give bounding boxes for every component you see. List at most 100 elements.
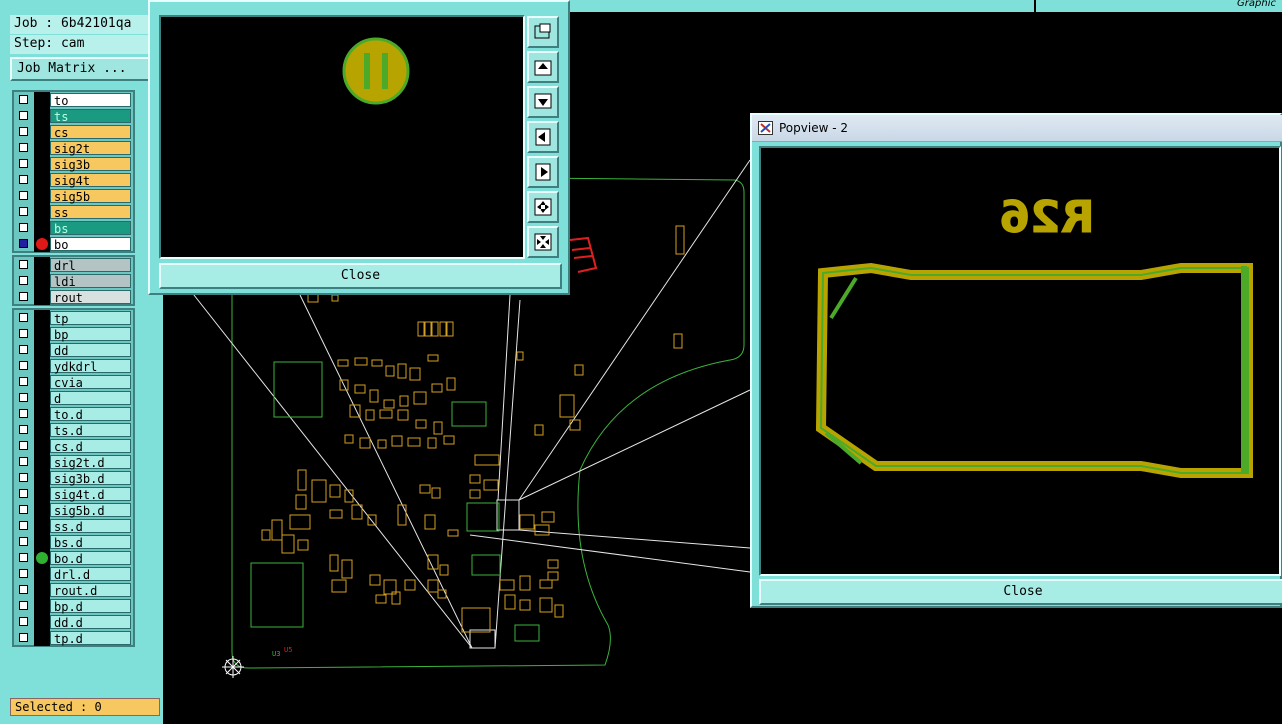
layer-row-tp[interactable]: tp bbox=[14, 310, 133, 326]
work-layer-marker[interactable] bbox=[34, 390, 50, 406]
work-layer-marker[interactable] bbox=[34, 204, 50, 220]
work-layer-marker[interactable] bbox=[34, 630, 50, 646]
work-layer-marker[interactable] bbox=[34, 236, 50, 252]
layer-name[interactable]: bp.d bbox=[50, 599, 131, 614]
layer-name[interactable]: ldi bbox=[50, 274, 131, 289]
layer-row-sig5b[interactable]: sig5b bbox=[14, 188, 133, 204]
layer-name[interactable]: bp bbox=[50, 327, 131, 342]
layer-row-sig2t[interactable]: sig2t bbox=[14, 140, 133, 156]
affected-checkbox[interactable] bbox=[19, 361, 28, 370]
layer-name[interactable]: tp.d bbox=[50, 631, 131, 646]
layer-name[interactable]: cs.d bbox=[50, 439, 131, 454]
zoom-out-button[interactable] bbox=[527, 226, 559, 258]
layer-name[interactable]: ts.d bbox=[50, 423, 131, 438]
affected-checkbox[interactable] bbox=[19, 276, 28, 285]
layer-row-sig4t-d[interactable]: sig4t.d bbox=[14, 486, 133, 502]
layer-row-dd-d[interactable]: dd.d bbox=[14, 614, 133, 630]
layer-row-ts[interactable]: ts bbox=[14, 108, 133, 124]
layer-row-sig3b-d[interactable]: sig3b.d bbox=[14, 470, 133, 486]
layer-name[interactable]: dd bbox=[50, 343, 131, 358]
work-layer-marker[interactable] bbox=[34, 257, 50, 273]
layer-name[interactable]: bo.d bbox=[50, 551, 131, 566]
work-layer-marker[interactable] bbox=[34, 470, 50, 486]
pan-left-button[interactable] bbox=[527, 121, 559, 153]
work-layer-marker[interactable] bbox=[34, 326, 50, 342]
layer-name[interactable]: bs.d bbox=[50, 535, 131, 550]
layer-name[interactable]: sig4t bbox=[50, 173, 131, 188]
affected-checkbox[interactable] bbox=[19, 95, 28, 104]
layer-row-bp[interactable]: bp bbox=[14, 326, 133, 342]
affected-checkbox[interactable] bbox=[19, 223, 28, 232]
layer-row-to[interactable]: to bbox=[14, 92, 133, 108]
affected-checkbox[interactable] bbox=[19, 111, 28, 120]
layer-row-bo-d[interactable]: bo.d bbox=[14, 550, 133, 566]
affected-checkbox[interactable] bbox=[19, 585, 28, 594]
affected-checkbox[interactable] bbox=[19, 537, 28, 546]
layer-name[interactable]: sig5b.d bbox=[50, 503, 131, 518]
work-layer-marker[interactable] bbox=[34, 108, 50, 124]
layer-row-rout[interactable]: rout bbox=[14, 289, 133, 305]
layer-row-bo[interactable]: bo bbox=[14, 236, 133, 252]
layer-name[interactable]: to bbox=[50, 93, 131, 108]
layer-name[interactable]: cs bbox=[50, 125, 131, 140]
layer-row-bp-d[interactable]: bp.d bbox=[14, 598, 133, 614]
affected-checkbox[interactable] bbox=[19, 175, 28, 184]
work-layer-marker[interactable] bbox=[34, 188, 50, 204]
affected-checkbox[interactable] bbox=[19, 207, 28, 216]
layer-row-rout-d[interactable]: rout.d bbox=[14, 582, 133, 598]
affected-checkbox[interactable] bbox=[19, 441, 28, 450]
job-matrix-button[interactable]: Job Matrix ... bbox=[10, 57, 150, 81]
layer-name[interactable]: rout.d bbox=[50, 583, 131, 598]
affected-checkbox[interactable] bbox=[19, 345, 28, 354]
layer-name[interactable]: sig3b.d bbox=[50, 471, 131, 486]
work-layer-marker[interactable] bbox=[34, 502, 50, 518]
work-layer-marker[interactable] bbox=[34, 550, 50, 566]
layer-name[interactable]: bs bbox=[50, 221, 131, 236]
affected-checkbox[interactable] bbox=[19, 553, 28, 562]
work-layer-marker[interactable] bbox=[34, 598, 50, 614]
layer-row-bs[interactable]: bs bbox=[14, 220, 133, 236]
layer-name[interactable]: cvia bbox=[50, 375, 131, 390]
pan-up-button[interactable] bbox=[527, 51, 559, 83]
affected-checkbox[interactable] bbox=[19, 409, 28, 418]
affected-checkbox[interactable] bbox=[19, 239, 28, 248]
layer-row-sig5b-d[interactable]: sig5b.d bbox=[14, 502, 133, 518]
work-layer-marker[interactable] bbox=[34, 92, 50, 108]
work-layer-marker[interactable] bbox=[34, 156, 50, 172]
layer-row-to-d[interactable]: to.d bbox=[14, 406, 133, 422]
affected-checkbox[interactable] bbox=[19, 329, 28, 338]
layer-name[interactable]: d bbox=[50, 391, 131, 406]
work-layer-marker[interactable] bbox=[34, 518, 50, 534]
layer-row-sig2t-d[interactable]: sig2t.d bbox=[14, 454, 133, 470]
affected-checkbox[interactable] bbox=[19, 473, 28, 482]
layer-name[interactable]: sig2t.d bbox=[50, 455, 131, 470]
affected-checkbox[interactable] bbox=[19, 292, 28, 301]
work-layer-marker[interactable] bbox=[34, 310, 50, 326]
popview-2-close-button[interactable]: Close bbox=[759, 579, 1282, 605]
layer-row-drl-d[interactable]: drl.d bbox=[14, 566, 133, 582]
work-layer-marker[interactable] bbox=[34, 342, 50, 358]
affected-checkbox[interactable] bbox=[19, 569, 28, 578]
popview-2-titlebar[interactable]: Popview - 2 bbox=[752, 115, 1282, 142]
zoom-in-button[interactable] bbox=[527, 191, 559, 223]
affected-checkbox[interactable] bbox=[19, 143, 28, 152]
layer-name[interactable]: bo bbox=[50, 237, 131, 252]
work-layer-marker[interactable] bbox=[34, 289, 50, 305]
popview-1-close-button[interactable]: Close bbox=[159, 263, 562, 289]
layer-row-cs[interactable]: cs bbox=[14, 124, 133, 140]
work-layer-marker[interactable] bbox=[34, 582, 50, 598]
work-layer-marker[interactable] bbox=[34, 614, 50, 630]
work-layer-marker[interactable] bbox=[34, 534, 50, 550]
layer-name[interactable]: sig5b bbox=[50, 189, 131, 204]
layer-row-ss[interactable]: ss bbox=[14, 204, 133, 220]
work-layer-marker[interactable] bbox=[34, 374, 50, 390]
layer-row-dd[interactable]: dd bbox=[14, 342, 133, 358]
layer-name[interactable]: to.d bbox=[50, 407, 131, 422]
layer-name[interactable]: ts bbox=[50, 109, 131, 124]
affected-checkbox[interactable] bbox=[19, 313, 28, 322]
work-layer-marker[interactable] bbox=[34, 172, 50, 188]
layer-row-bs-d[interactable]: bs.d bbox=[14, 534, 133, 550]
layer-name[interactable]: ydkdrl bbox=[50, 359, 131, 374]
layer-name[interactable]: tp bbox=[50, 311, 131, 326]
layer-row-ss-d[interactable]: ss.d bbox=[14, 518, 133, 534]
